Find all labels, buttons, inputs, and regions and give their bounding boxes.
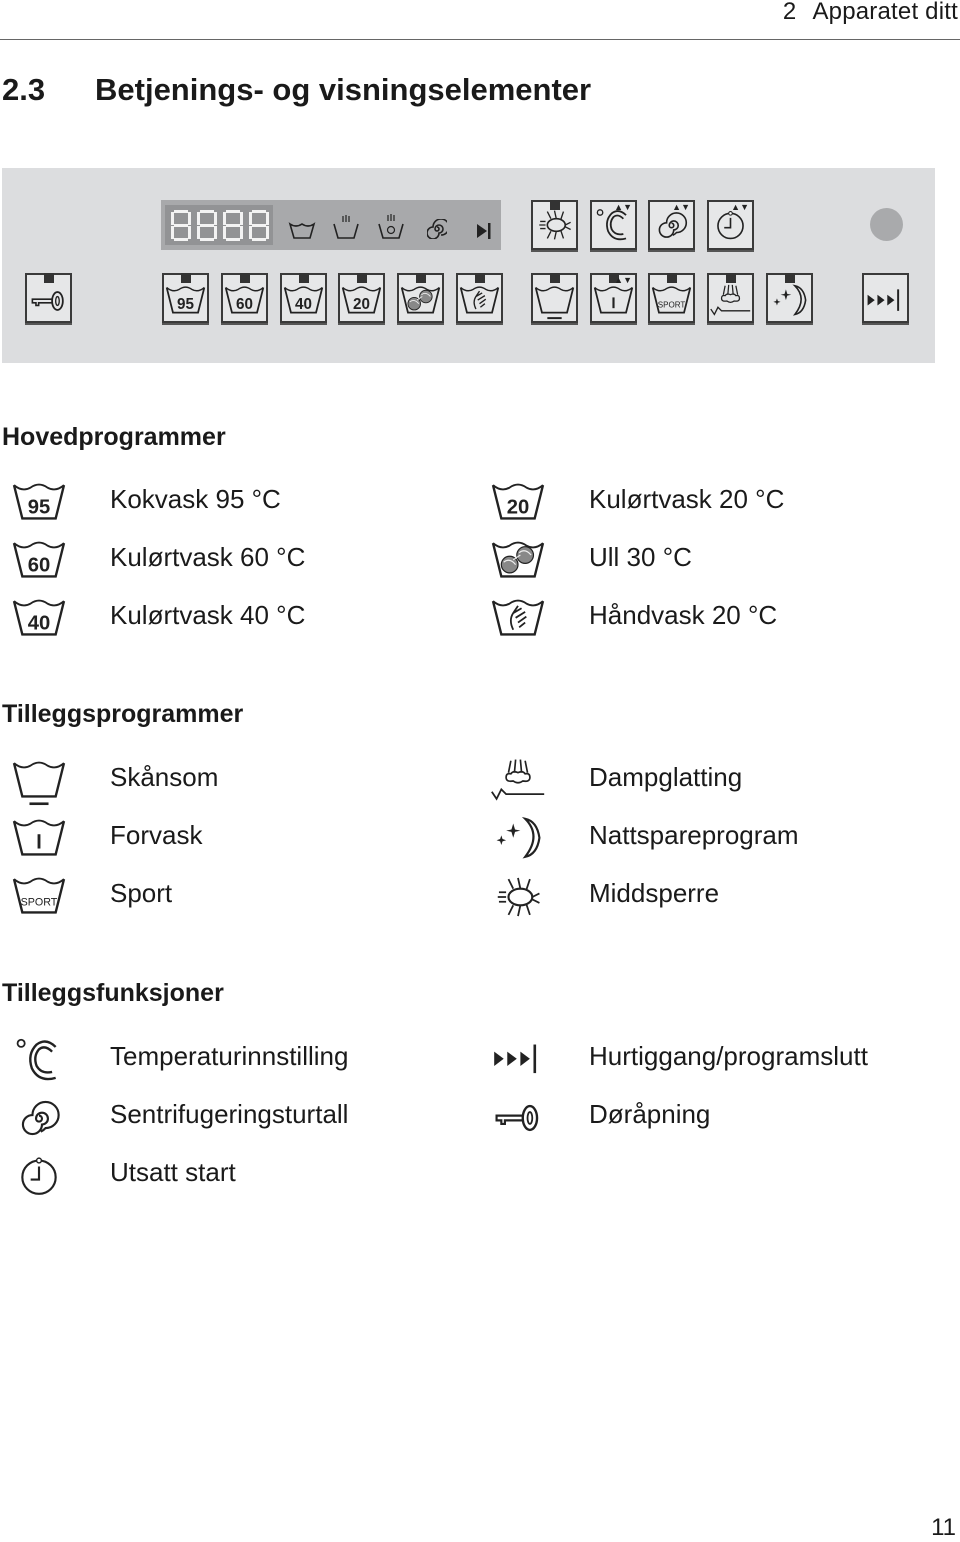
header-rule bbox=[0, 39, 960, 40]
wash-95-icon: 95 bbox=[5, 478, 73, 533]
item-label: Utsatt start bbox=[110, 1157, 236, 1187]
item-label: Kulørtvask 40 °C bbox=[110, 600, 306, 630]
spin-speed-icon bbox=[5, 1093, 73, 1148]
panel-button-prewash[interactable]: ▲▼ bbox=[590, 273, 637, 323]
page-number: 11 bbox=[931, 1514, 956, 1541]
item-label: Hurtiggang/programslutt bbox=[589, 1041, 868, 1071]
section-title: 2.3 Betjenings- og visningselementer bbox=[2, 72, 591, 108]
display-digit bbox=[197, 210, 217, 241]
svg-text:95: 95 bbox=[177, 296, 194, 313]
item-label: Middsperre bbox=[589, 878, 720, 908]
item-label: Nattspareprogram bbox=[589, 820, 799, 850]
svg-text:40: 40 bbox=[28, 613, 51, 635]
chapter-title: Apparatet ditt bbox=[812, 0, 958, 25]
display-digit bbox=[223, 210, 243, 241]
svg-text:95: 95 bbox=[28, 497, 51, 519]
heading-extra-functions: Tilleggsfunksjoner bbox=[2, 979, 224, 1007]
sport-icon: SPORT bbox=[5, 872, 73, 927]
steam-icon bbox=[484, 756, 552, 811]
gentle-icon bbox=[5, 756, 73, 811]
panel-button-sport[interactable]: SPORT bbox=[648, 273, 695, 323]
wool-icon bbox=[484, 536, 552, 591]
indicator-light bbox=[870, 208, 903, 241]
seven-segment-display bbox=[165, 205, 273, 245]
item-label: Ull 30 °C bbox=[589, 542, 692, 572]
wash-60-icon: 60 bbox=[5, 536, 73, 591]
prewash-icon bbox=[5, 814, 73, 869]
svg-text:20: 20 bbox=[353, 296, 370, 313]
display-digit bbox=[171, 210, 191, 241]
item-label: Temperaturinnstilling bbox=[110, 1041, 349, 1071]
running-head: 2 Apparatet ditt bbox=[783, 0, 958, 26]
item-label: Kokvask 95 °C bbox=[110, 484, 281, 514]
wash-40-icon: 40 bbox=[5, 594, 73, 649]
panel-button-delay-start[interactable]: ▲▼ bbox=[707, 200, 754, 250]
temperature-icon bbox=[5, 1035, 73, 1090]
item-label: Sentrifugeringsturtall bbox=[110, 1099, 349, 1129]
item-label: Dampglatting bbox=[589, 762, 743, 792]
item-label: Sport bbox=[110, 878, 173, 908]
panel-button-wash-95[interactable]: 95 bbox=[162, 273, 209, 323]
svg-text:SPORT: SPORT bbox=[658, 300, 686, 309]
wash-20-icon: 20 bbox=[484, 478, 552, 533]
svg-text:60: 60 bbox=[236, 296, 253, 313]
panel-button-gentle[interactable] bbox=[531, 273, 578, 323]
panel-button-mite[interactable] bbox=[531, 200, 578, 250]
section-number: 2.3 bbox=[2, 72, 46, 107]
item-label: Døråpning bbox=[589, 1099, 711, 1129]
rinse-icon bbox=[333, 215, 359, 239]
delay-start-icon bbox=[5, 1151, 73, 1206]
item-label: Håndvask 20 °C bbox=[589, 600, 778, 630]
heading-main-programs: Hovedprogrammer bbox=[2, 423, 226, 451]
fast-forward-icon bbox=[484, 1035, 552, 1090]
item-label: Skånsom bbox=[110, 762, 219, 792]
spin-icon bbox=[427, 219, 447, 239]
panel-button-fast-forward[interactable] bbox=[862, 273, 909, 323]
control-panel bbox=[2, 168, 935, 363]
panel-button-wash-20[interactable]: 20 bbox=[338, 273, 385, 323]
end-icon bbox=[477, 223, 491, 239]
panel-button-wash-60[interactable]: 60 bbox=[221, 273, 268, 323]
item-label: Kulørtvask 60 °C bbox=[110, 542, 306, 572]
panel-button-temperature[interactable]: ▲▼ bbox=[590, 200, 637, 250]
svg-text:60: 60 bbox=[28, 555, 51, 577]
door-key-icon bbox=[484, 1093, 552, 1148]
heading-extra-programs: Tilleggsprogrammer bbox=[2, 700, 244, 728]
section-title-text: Betjenings- og visningselementer bbox=[95, 72, 592, 107]
item-label: Forvask bbox=[110, 820, 203, 850]
svg-text:40: 40 bbox=[295, 296, 312, 313]
softener-rinse-icon bbox=[378, 214, 404, 239]
svg-text:SPORT: SPORT bbox=[21, 896, 58, 908]
chapter-number: 2 bbox=[782, 0, 797, 25]
svg-text:20: 20 bbox=[507, 497, 530, 519]
night-icon bbox=[484, 814, 552, 869]
item-label: Kulørtvask 20 °C bbox=[589, 484, 785, 514]
handwash-icon bbox=[484, 594, 552, 649]
wash-tub-icon bbox=[288, 222, 316, 239]
panel-button-steam[interactable] bbox=[707, 273, 754, 323]
display-digit bbox=[249, 210, 269, 241]
mite-icon bbox=[484, 872, 552, 927]
panel-button-wool[interactable] bbox=[397, 273, 444, 323]
panel-button-wash-40[interactable]: 40 bbox=[280, 273, 327, 323]
panel-button-door-key[interactable] bbox=[25, 273, 72, 323]
panel-button-spin-speed[interactable]: ▲▼ bbox=[648, 200, 695, 250]
panel-button-night[interactable] bbox=[766, 273, 813, 323]
panel-button-handwash[interactable] bbox=[456, 273, 503, 323]
